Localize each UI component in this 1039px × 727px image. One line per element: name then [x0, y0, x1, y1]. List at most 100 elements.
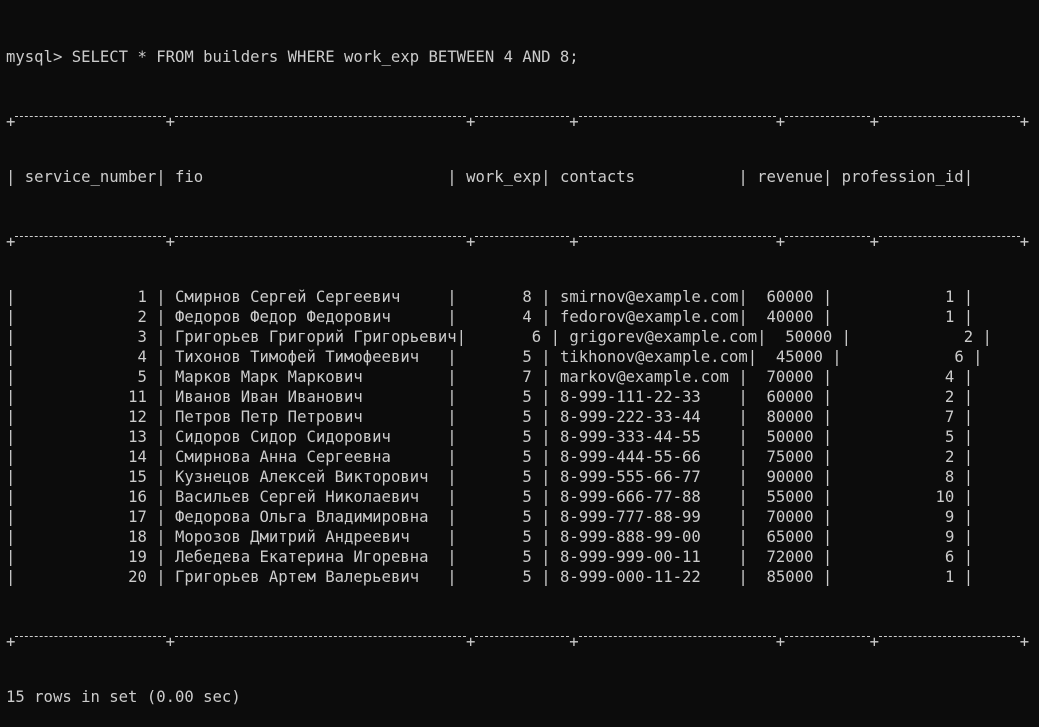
table-row: | 5 | Марков Марк Маркович | 7 | markov@…: [6, 367, 1029, 387]
border-corner: +: [775, 233, 786, 251]
border-corner: +: [465, 113, 476, 131]
border-corner: +: [165, 113, 175, 131]
border-top: + + + + + + +: [6, 107, 1029, 131]
table-row: | 15 | Кузнецов Алексей Викторович | 5 |…: [6, 467, 1029, 487]
column-header-profession-id: profession_id: [841, 168, 964, 186]
cell-contacts: 8-999-999-00-11: [559, 548, 701, 566]
column-separator: |: [156, 288, 166, 306]
cell-work-exp: 5: [522, 448, 532, 466]
column-separator: |: [156, 328, 166, 346]
column-separator: |: [6, 288, 16, 306]
column-separator: |: [156, 528, 166, 546]
column-separator: |: [757, 328, 767, 346]
cell-work-exp: 5: [522, 488, 532, 506]
cell-contacts: 8-999-888-99-00: [559, 528, 701, 546]
cell-contacts: smirnov@example.com: [559, 288, 739, 306]
border-bottom: + + + + + + +: [6, 627, 1029, 651]
cell-fio: Кузнецов Алексей Викторович: [175, 468, 429, 486]
cell-contacts: 8-999-777-88-99: [559, 508, 701, 526]
cell-revenue: 60000: [766, 288, 814, 306]
column-separator: |: [447, 288, 457, 306]
cell-fio: Васильев Сергей Николаевич: [175, 488, 420, 506]
column-separator: |: [541, 368, 551, 386]
border-corner: +: [6, 113, 16, 131]
cell-service-number: 3: [137, 328, 147, 346]
column-separator: |: [550, 328, 560, 346]
column-separator: |: [6, 328, 16, 346]
column-separator: |: [822, 468, 833, 486]
cell-revenue: 55000: [766, 488, 814, 506]
cell-service-number: 1: [137, 288, 147, 306]
cell-fio: Иванов Иван Иванович: [175, 388, 363, 406]
column-separator: |: [822, 428, 833, 446]
column-separator: |: [822, 448, 833, 466]
border-corner: +: [775, 633, 786, 651]
column-separator: |: [6, 308, 16, 326]
column-separator: |: [156, 348, 166, 366]
cell-profession-id: 10: [935, 488, 955, 506]
column-separator: |: [541, 548, 551, 566]
column-separator: |: [156, 408, 166, 426]
sql-query: SELECT * FROM builders WHERE work_exp BE…: [71, 48, 579, 66]
column-separator: |: [747, 348, 758, 366]
column-separator: |: [541, 468, 551, 486]
column-separator: |: [738, 548, 748, 566]
border-dash: [15, 227, 166, 247]
cell-fio: Морозов Дмитрий Андреевич: [175, 528, 410, 546]
column-separator: |: [6, 488, 16, 506]
border-corner: +: [569, 113, 579, 131]
border-corner: +: [465, 233, 476, 251]
column-separator: |: [963, 568, 974, 586]
border-dash: [785, 107, 871, 127]
column-separator: |: [822, 388, 833, 406]
cell-revenue: 45000: [775, 348, 823, 366]
column-separator: |: [738, 168, 748, 186]
border-dash: [15, 107, 166, 127]
column-separator: |: [6, 528, 16, 546]
column-separator: |: [447, 368, 457, 386]
cell-revenue: 90000: [766, 468, 814, 486]
cell-contacts: markov@example.com: [559, 368, 729, 386]
column-separator: |: [156, 568, 166, 586]
column-separator: |: [447, 448, 457, 466]
table-row: | 11 | Иванов Иван Иванович | 5 | 8-999-…: [6, 387, 1029, 407]
column-separator: |: [738, 368, 748, 386]
border-dash: [475, 227, 570, 247]
cell-revenue: 65000: [766, 528, 814, 546]
cell-fio: Петров Петр Петрович: [175, 408, 363, 426]
column-separator: |: [156, 168, 166, 186]
column-separator: |: [738, 288, 748, 306]
column-separator: |: [447, 408, 457, 426]
table-row: | 14 | Смирнова Анна Сергеевна | 5 | 8-9…: [6, 447, 1029, 467]
column-separator: |: [456, 328, 467, 346]
cell-profession-id: 1: [944, 288, 955, 306]
command-line: mysql> SELECT * FROM builders WHERE work…: [6, 47, 1029, 67]
cell-work-exp: 5: [522, 568, 532, 586]
column-separator: |: [963, 408, 974, 426]
cell-profession-id: 7: [944, 408, 955, 426]
column-separator: |: [963, 168, 974, 186]
cell-revenue: 50000: [785, 328, 833, 346]
column-separator: |: [541, 388, 551, 406]
border-dash: [475, 107, 570, 127]
column-separator: |: [156, 428, 166, 446]
column-separator: |: [447, 568, 457, 586]
column-separator: |: [447, 388, 457, 406]
column-header-service-number: service_number: [24, 168, 157, 186]
cell-work-exp: 5: [522, 388, 532, 406]
column-separator: |: [156, 548, 166, 566]
border-corner: +: [6, 633, 16, 651]
column-separator: |: [822, 288, 833, 306]
column-separator: |: [822, 568, 833, 586]
cell-revenue: 40000: [766, 308, 814, 326]
cell-profession-id: 6: [944, 548, 955, 566]
column-separator: |: [6, 428, 16, 446]
border-corner: +: [165, 233, 175, 251]
header-row: | service_number| fio | work_exp| contac…: [6, 167, 1029, 187]
column-separator: |: [963, 508, 974, 526]
border-dash: [578, 227, 776, 247]
column-separator: |: [156, 488, 166, 506]
border-corner: +: [165, 633, 175, 651]
column-separator: |: [447, 528, 457, 546]
cell-service-number: 4: [137, 348, 147, 366]
